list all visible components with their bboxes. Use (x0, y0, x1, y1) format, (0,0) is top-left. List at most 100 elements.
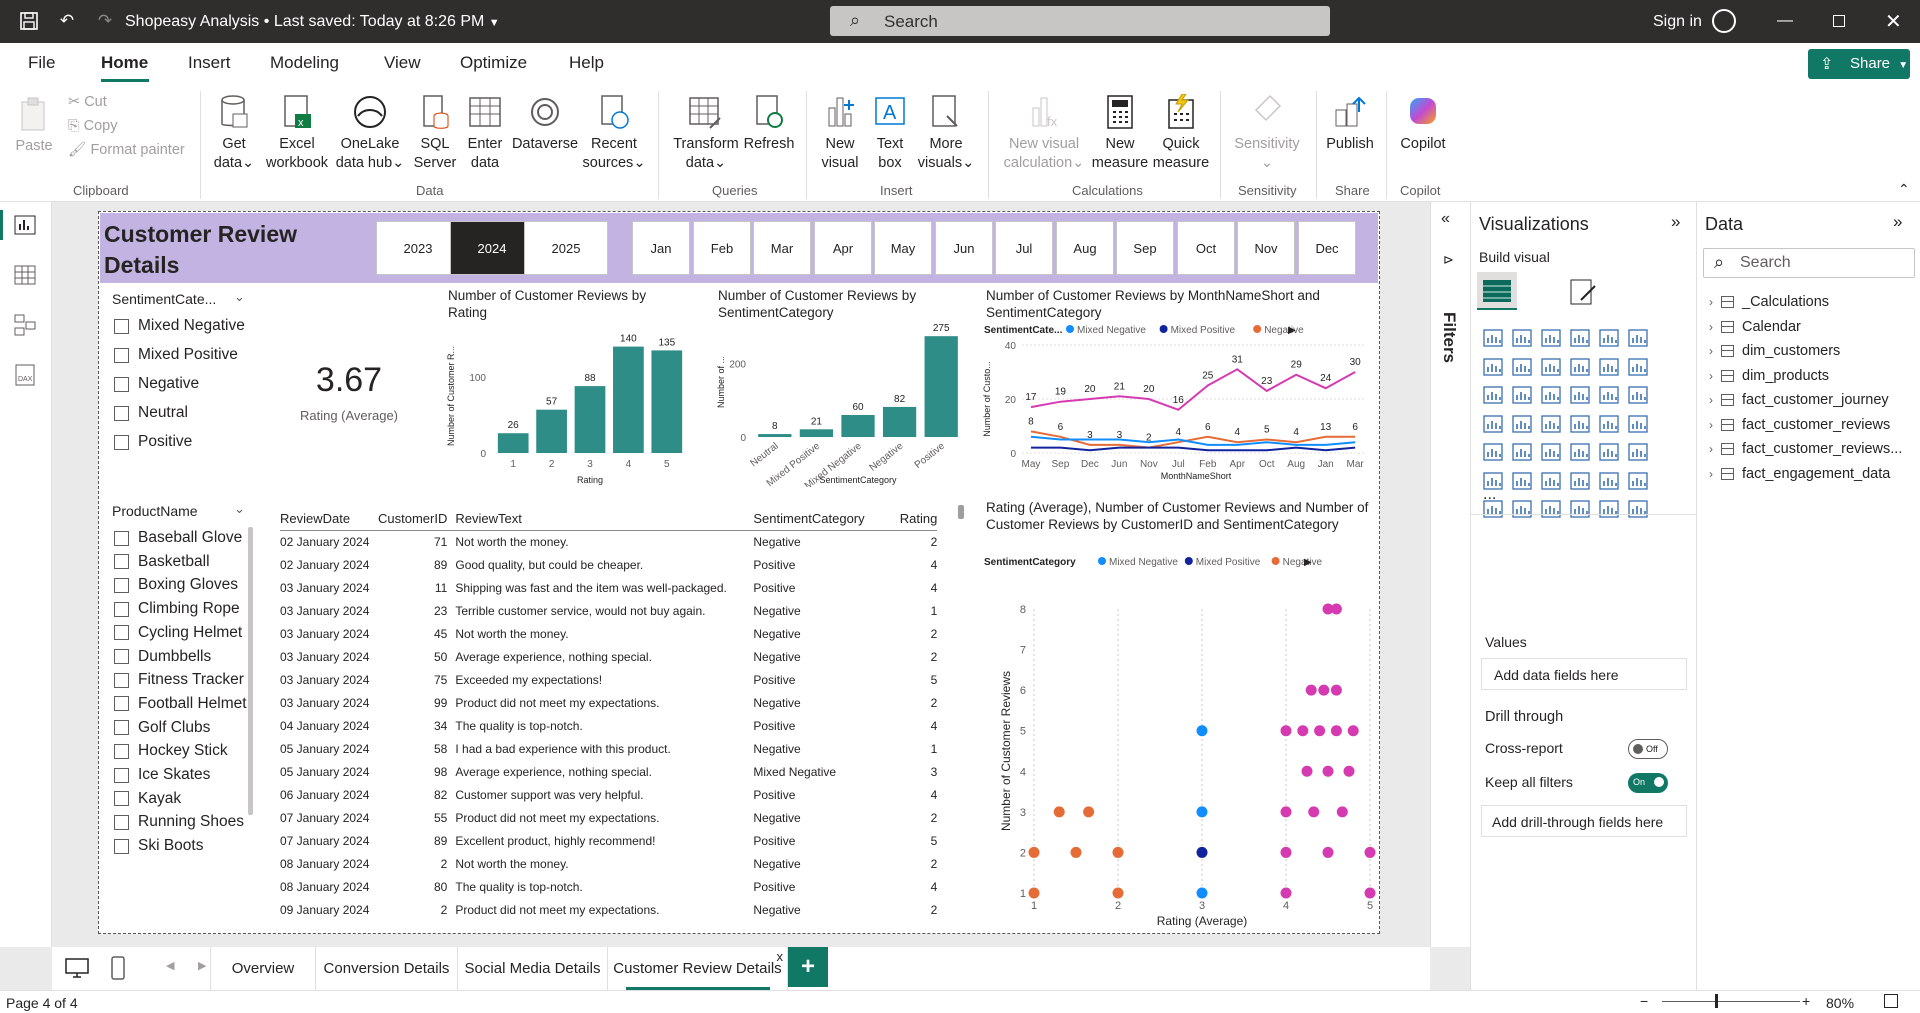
model-view-icon[interactable] (12, 312, 38, 338)
visual-type-icon[interactable] (1626, 412, 1650, 436)
slicer-option[interactable]: Basketball (114, 551, 210, 573)
visual-type-icon[interactable] (1568, 383, 1592, 407)
table-row[interactable]: 03 January 2024 75 Exceeded my expectation… (280, 668, 937, 691)
enter-data-button[interactable]: Enter data (462, 93, 508, 173)
visual-type-icon[interactable] (1597, 326, 1621, 350)
chevron-right-icon[interactable]: › (1709, 344, 1713, 358)
year-button-2025[interactable]: 2025 (524, 221, 608, 275)
minimize-icon[interactable]: — (1777, 12, 1793, 30)
chevron-right-icon[interactable]: › (1709, 320, 1713, 334)
month-button-sep[interactable]: Sep (1116, 221, 1174, 275)
visual-type-icon[interactable] (1539, 497, 1563, 521)
month-button-apr[interactable]: Apr (814, 221, 872, 275)
zoom-level[interactable]: 80% (1826, 995, 1854, 1011)
visual-type-icon[interactable] (1510, 383, 1534, 407)
visual-type-icon[interactable] (1481, 355, 1505, 379)
chevron-right-icon[interactable]: » (1893, 212, 1902, 232)
keep-all-filters-toggle[interactable]: On (1628, 773, 1668, 793)
data-table-item[interactable]: › fact_customer_reviews (1709, 417, 1890, 433)
month-button-dec[interactable]: Dec (1298, 221, 1356, 275)
visual-type-icon[interactable] (1568, 326, 1592, 350)
checkbox[interactable] (114, 814, 129, 830)
visual-type-icon[interactable] (1568, 497, 1592, 521)
checkbox[interactable] (114, 720, 129, 736)
slicer-option[interactable]: Ice Skates (114, 764, 210, 786)
chevron-right-icon[interactable]: › (1709, 467, 1713, 481)
onelake-button[interactable]: OneLake data hub⌄ (332, 93, 408, 173)
scatter-chart[interactable]: Rating (Average), Number of Customer Rev… (980, 499, 1376, 931)
menu-insert[interactable]: Insert (188, 53, 231, 73)
data-table-item[interactable]: › fact_engagement_data (1709, 466, 1890, 482)
slicer-option[interactable]: Climbing Rope (114, 598, 240, 620)
get-data-button[interactable]: Get data⌄ (206, 93, 262, 173)
slicer-option[interactable]: Golf Clubs (114, 717, 210, 739)
checkbox[interactable] (114, 577, 129, 593)
visual-type-icon[interactable] (1481, 440, 1505, 464)
add-page-button[interactable]: + (788, 947, 828, 987)
dax-query-view-icon[interactable]: DAX (12, 362, 38, 388)
sentiment-bar-chart[interactable]: Number of Customer Reviews by SentimentC… (712, 287, 970, 487)
month-button-oct[interactable]: Oct (1177, 221, 1235, 275)
visual-type-icon[interactable] (1597, 440, 1621, 464)
slicer-option[interactable]: Baseball Glove (114, 527, 242, 549)
quick-measure-button[interactable]: Quick measure (1150, 93, 1212, 173)
mobile-layout-icon[interactable] (110, 955, 126, 984)
sql-server-button[interactable]: SQL Server (408, 93, 462, 173)
month-button-nov[interactable]: Nov (1237, 221, 1295, 275)
visual-type-icon[interactable] (1539, 440, 1563, 464)
monthly-line-chart[interactable]: Number of Customer Reviews by MonthNameS… (980, 287, 1376, 487)
visual-type-icon[interactable] (1568, 469, 1592, 493)
slicer-option[interactable]: Cycling Helmet (114, 622, 242, 644)
new-measure-button[interactable]: New measure (1090, 93, 1150, 173)
year-button-2023[interactable]: 2023 (376, 221, 460, 275)
slicer-option[interactable]: Ski Boots (114, 835, 203, 857)
visual-type-icon[interactable] (1510, 412, 1534, 436)
visual-type-icon[interactable] (1597, 469, 1621, 493)
zoom-in-icon[interactable]: + (1802, 993, 1810, 1009)
slicer-option[interactable]: Hockey Stick (114, 740, 228, 762)
values-drop-well[interactable]: Add data fields here (1481, 658, 1687, 690)
sign-in-link[interactable]: Sign in (1653, 13, 1702, 31)
menu-file[interactable]: File (28, 53, 55, 73)
recent-sources-button[interactable]: Recent sources⌄ (582, 93, 646, 173)
checkbox[interactable] (114, 838, 129, 854)
slicer-option[interactable]: Mixed Negative (114, 315, 245, 337)
visual-type-icon[interactable] (1626, 469, 1650, 493)
visual-type-icon[interactable] (1597, 355, 1621, 379)
visual-type-icon[interactable] (1626, 497, 1650, 521)
fit-to-page-icon[interactable] (1884, 994, 1898, 1008)
visual-type-icon[interactable] (1510, 326, 1534, 350)
collapse-ribbon-icon[interactable]: ⌃ (1898, 181, 1910, 198)
report-view-icon[interactable] (12, 212, 38, 238)
slicer-option[interactable]: Kayak (114, 788, 181, 810)
month-button-mar[interactable]: Mar (753, 221, 811, 275)
slicer-option[interactable]: Positive (114, 431, 192, 453)
menu-modeling[interactable]: Modeling (270, 53, 339, 73)
more-visuals-icon[interactable]: ... (1483, 486, 1496, 504)
visual-type-icon[interactable] (1481, 326, 1505, 350)
chevron-right-icon[interactable]: » (1671, 212, 1680, 232)
save-icon[interactable] (18, 10, 40, 32)
transform-data-button[interactable]: Transform data⌄ (666, 93, 746, 173)
drill-through-drop-well[interactable]: Add drill-through fields here (1481, 805, 1687, 837)
new-visual-button[interactable]: New visual (814, 93, 866, 173)
scroll-left-icon[interactable]: ◀ (166, 959, 174, 972)
sensitivity-button[interactable]: Sensitivity ⌄ (1226, 93, 1308, 173)
scroll-right-icon[interactable]: ▶ (198, 959, 206, 972)
slicer-option[interactable]: Negative (114, 373, 199, 395)
table-row[interactable]: 02 January 2024 89 Good quality, but could… (280, 553, 937, 576)
build-visual-tab[interactable] (1477, 272, 1517, 310)
table-row[interactable]: 03 January 2024 45 Not worth the money. Neg… (280, 622, 937, 645)
visual-type-icon[interactable] (1539, 326, 1563, 350)
month-button-aug[interactable]: Aug (1056, 221, 1114, 275)
visual-type-icon[interactable] (1539, 383, 1563, 407)
data-table-item[interactable]: › dim_products (1709, 368, 1829, 384)
copilot-button[interactable]: Copilot (1394, 93, 1452, 154)
tab-conversion-details[interactable]: Conversion Details (316, 947, 458, 990)
menu-view[interactable]: View (384, 53, 421, 73)
month-button-jun[interactable]: Jun (935, 221, 993, 275)
checkbox[interactable] (114, 376, 129, 392)
table-row[interactable]: 08 January 2024 2 Not worth the money. Nega… (280, 852, 937, 875)
checkbox[interactable] (114, 434, 129, 450)
table-row[interactable]: 04 January 2024 34 The quality is top-notc… (280, 714, 937, 737)
